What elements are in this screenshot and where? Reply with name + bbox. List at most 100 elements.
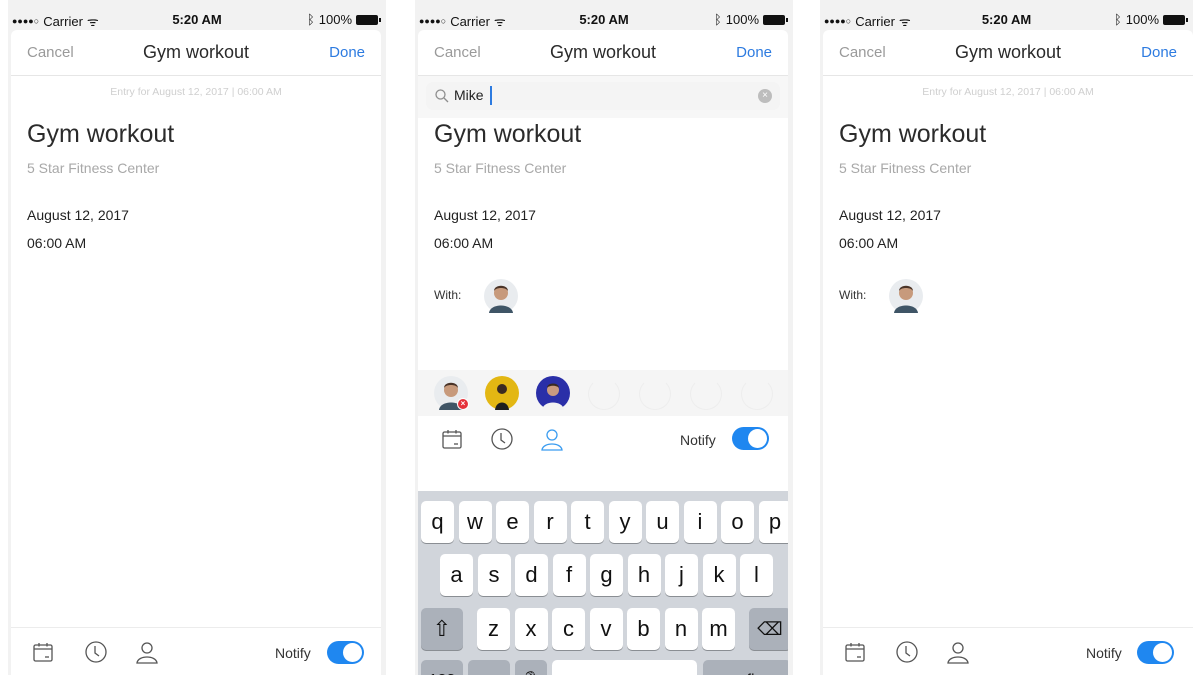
key-d[interactable]: d bbox=[515, 554, 548, 596]
key-t[interactable]: t bbox=[571, 501, 604, 543]
notify-toggle[interactable] bbox=[1137, 641, 1174, 664]
screen-entry-view: ●●●●○ Carrier ᯤ 5:20 AM ᛒ 100% Cancel Gym w… bbox=[8, 0, 386, 675]
battery-label: 100% bbox=[1125, 12, 1159, 27]
person-icon[interactable] bbox=[946, 640, 970, 664]
notify-label: Notify bbox=[1086, 645, 1122, 661]
person-icon[interactable] bbox=[540, 427, 564, 451]
key-i[interactable]: i bbox=[683, 501, 717, 543]
event-title[interactable]: Gym workout bbox=[839, 120, 986, 149]
shift-key[interactable]: ⇧ bbox=[421, 608, 463, 650]
notify-toggle[interactable] bbox=[327, 641, 364, 664]
remove-icon[interactable]: × bbox=[457, 398, 469, 410]
key-m[interactable]: m bbox=[702, 608, 735, 650]
event-time[interactable]: 06:00 AM bbox=[434, 235, 493, 251]
avatar-placeholder bbox=[639, 378, 671, 410]
key-f[interactable]: f bbox=[552, 554, 586, 596]
clear-icon[interactable]: × bbox=[758, 89, 772, 103]
nav-bar: Cancel Gym workout Done bbox=[823, 30, 1193, 76]
person-icon[interactable] bbox=[135, 640, 159, 664]
key-k[interactable]: k bbox=[702, 554, 736, 596]
status-bar: ●●●●○ Carrier ᯤ 5:20 AM ᛒ 100% bbox=[820, 8, 1193, 30]
event-date[interactable]: August 12, 2017 bbox=[434, 207, 536, 223]
calendar-icon[interactable] bbox=[31, 640, 55, 664]
attendee-avatar[interactable] bbox=[484, 279, 518, 313]
key-x[interactable]: x bbox=[514, 608, 548, 650]
selected-person-avatar[interactable]: × bbox=[434, 376, 469, 410]
screen-entry-with-attendee: ●●●●○ Carrier ᯤ 5:20 AM ᛒ 100% Cancel Gym w… bbox=[820, 0, 1193, 675]
search-icon bbox=[435, 89, 449, 103]
search-value: Mike bbox=[454, 87, 484, 103]
search-input[interactable]: Mike × bbox=[426, 82, 780, 110]
space-key[interactable]: space bbox=[552, 660, 697, 675]
clock-icon[interactable] bbox=[490, 427, 514, 451]
done-button[interactable]: Done bbox=[329, 44, 365, 61]
microphone-key[interactable]: 🎙 bbox=[515, 660, 547, 675]
status-bar: ●●●●○ Carrier ᯤ 5:20 AM ᛒ 100% bbox=[8, 8, 386, 30]
toggle-knob bbox=[343, 643, 362, 662]
key-y[interactable]: y bbox=[608, 501, 642, 543]
key-e[interactable]: e bbox=[496, 501, 529, 543]
done-button[interactable]: Done bbox=[1141, 44, 1177, 61]
keyboard: qwertyuiop asdfghjkl zxcvbnm ⇧ ⌫ 123 ☺ 🎙… bbox=[418, 491, 788, 675]
key-p[interactable]: p bbox=[758, 501, 788, 543]
event-place[interactable]: 5 Star Fitness Center bbox=[434, 160, 566, 176]
confirm-key[interactable]: confirm bbox=[703, 660, 788, 675]
clock-icon[interactable] bbox=[895, 640, 919, 664]
nav-title: Gym workout bbox=[549, 42, 657, 62]
battery-label: 100% bbox=[318, 12, 352, 27]
notify-label: Notify bbox=[275, 645, 311, 661]
key-b[interactable]: b bbox=[627, 608, 660, 650]
avatar-placeholder bbox=[690, 378, 722, 410]
suggestion-strip: × bbox=[418, 370, 788, 416]
bluetooth-icon: ᛒ bbox=[713, 12, 722, 27]
key-j[interactable]: j bbox=[665, 554, 698, 596]
event-time[interactable]: 06:00 AM bbox=[839, 235, 898, 251]
toggle-knob bbox=[1153, 643, 1172, 662]
key-n[interactable]: n bbox=[664, 608, 698, 650]
suggested-person-avatar[interactable] bbox=[485, 376, 519, 410]
avatar-placeholder bbox=[741, 378, 773, 410]
key-v[interactable]: v bbox=[589, 608, 623, 650]
clock-icon[interactable] bbox=[84, 640, 108, 664]
notify-toggle[interactable] bbox=[732, 427, 769, 450]
event-date[interactable]: August 12, 2017 bbox=[839, 207, 941, 223]
event-date[interactable]: August 12, 2017 bbox=[27, 207, 129, 223]
key-g[interactable]: g bbox=[590, 554, 623, 596]
key-c[interactable]: c bbox=[552, 608, 585, 650]
nav-bar: Cancel Gym workout Done bbox=[11, 30, 381, 76]
key-r[interactable]: r bbox=[533, 501, 567, 543]
key-a[interactable]: a bbox=[440, 554, 473, 596]
key-q[interactable]: q bbox=[421, 501, 454, 543]
event-place[interactable]: 5 Star Fitness Center bbox=[839, 160, 971, 176]
event-place[interactable]: 5 Star Fitness Center bbox=[27, 160, 159, 176]
event-title[interactable]: Gym workout bbox=[434, 120, 581, 149]
nav-title: Gym workout bbox=[142, 42, 250, 62]
battery-label: 100% bbox=[725, 12, 759, 27]
attendee-avatar[interactable] bbox=[889, 279, 923, 313]
event-title[interactable]: Gym workout bbox=[27, 120, 174, 149]
key-l[interactable]: l bbox=[740, 554, 773, 596]
event-time[interactable]: 06:00 AM bbox=[27, 235, 86, 251]
entry-card: Cancel Gym workout Done Entry for August… bbox=[823, 30, 1193, 675]
suggested-person-avatar[interactable] bbox=[536, 376, 570, 410]
done-button[interactable]: Done bbox=[736, 44, 772, 61]
screen-add-people: ●●●●○ Carrier ᯤ 5:20 AM ᛒ 100% Cancel Gym w… bbox=[415, 0, 793, 675]
bluetooth-icon: ᛒ bbox=[1113, 12, 1122, 27]
battery-icon bbox=[356, 14, 381, 25]
key-s[interactable]: s bbox=[477, 554, 511, 596]
key-h[interactable]: h bbox=[627, 554, 661, 596]
bluetooth-icon: ᛒ bbox=[306, 12, 315, 27]
backspace-key[interactable]: ⌫ bbox=[749, 608, 788, 650]
calendar-icon[interactable] bbox=[843, 640, 867, 664]
nav-title: Gym workout bbox=[954, 42, 1062, 62]
key-o[interactable]: o bbox=[721, 501, 754, 543]
emoji-key[interactable]: ☺ bbox=[468, 660, 510, 675]
avatar-placeholder bbox=[588, 378, 620, 410]
entry-meta: Entry for August 12, 2017 | 06:00 AM bbox=[922, 86, 1094, 98]
with-label: With: bbox=[434, 288, 462, 302]
key-z[interactable]: z bbox=[477, 608, 510, 650]
key-w[interactable]: w bbox=[458, 501, 492, 543]
calendar-icon[interactable] bbox=[440, 427, 464, 451]
key-u[interactable]: u bbox=[646, 501, 679, 543]
numbers-key[interactable]: 123 bbox=[421, 660, 463, 675]
